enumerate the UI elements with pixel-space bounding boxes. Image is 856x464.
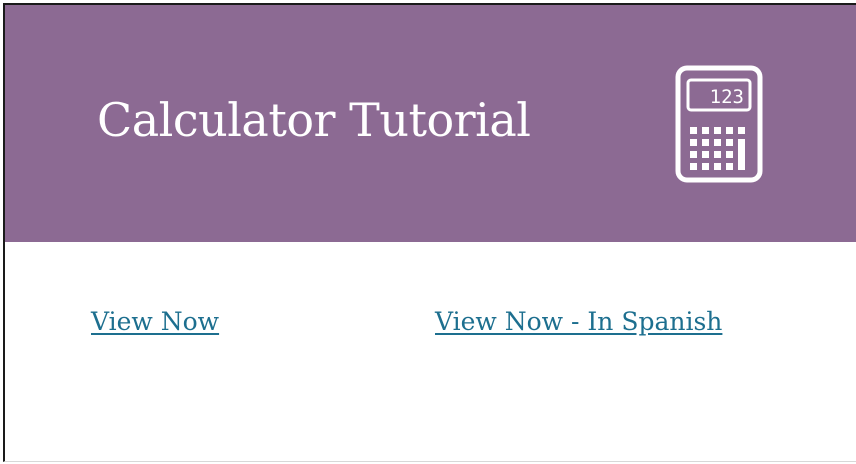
banner: Calculator Tutorial 123 [5,5,856,242]
link-row: View Now View Now - In Spanish [5,242,856,461]
banner-title: Calculator Tutorial [97,93,531,147]
calculator-tutorial-card: Calculator Tutorial 123 View Now View No… [3,3,856,462]
view-now-spanish-link[interactable]: View Now - In Spanish [435,305,722,339]
view-now-link[interactable]: View Now [91,305,219,339]
calculator-display-digits: 123 [710,86,744,108]
calculator-icon: 123 [675,65,763,183]
